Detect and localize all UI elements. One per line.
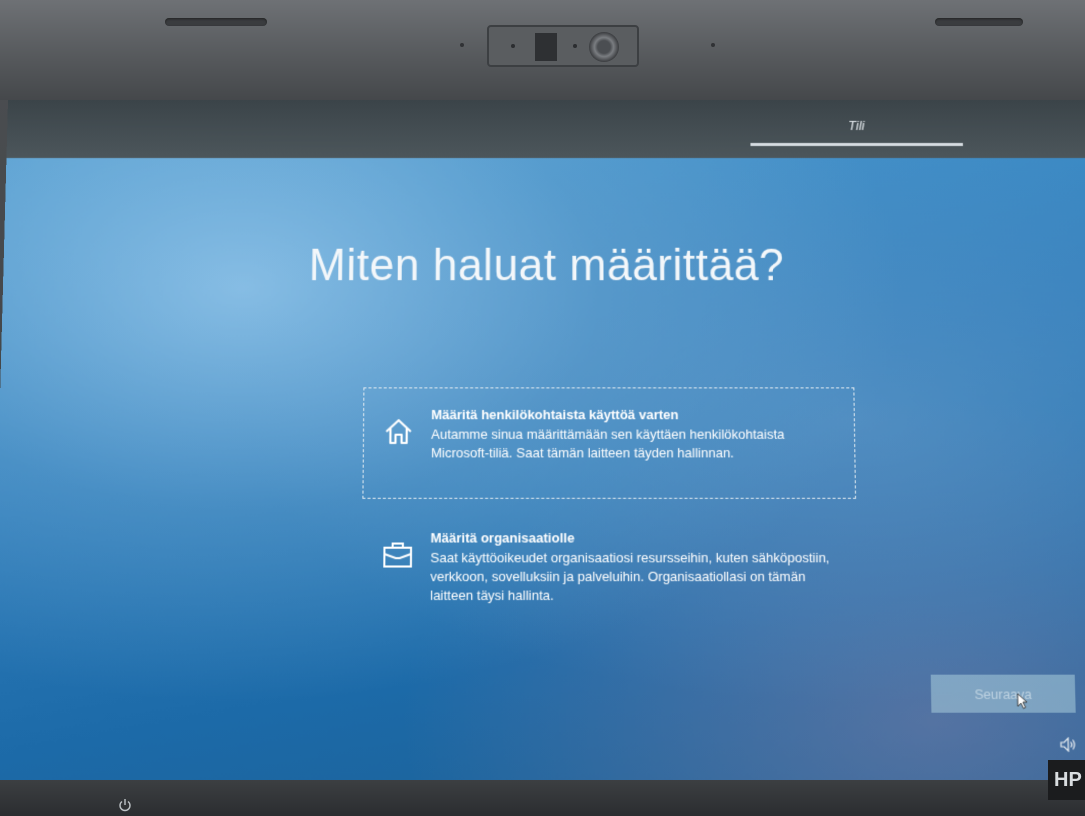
laptop-photo: Tili Miten haluat määrittää? Määritä hen… (0, 0, 1085, 816)
mouse-cursor-icon (1017, 693, 1032, 710)
speaker-grille-right (935, 18, 1023, 26)
brand-logo: HP (1048, 760, 1085, 800)
webcam-privacy-shutter (535, 33, 557, 61)
tab-account: Tili (750, 112, 963, 146)
laptop-top-bezel (0, 0, 1085, 100)
laptop-bottom-bezel (0, 780, 1085, 816)
sensor-dot (460, 43, 464, 47)
webcam-led (511, 44, 515, 48)
page-title: Miten haluat määrittää? (3, 241, 1085, 292)
webcam-lens (589, 32, 619, 62)
next-button[interactable]: Seuraava (931, 675, 1076, 713)
screen: Tili Miten haluat määrittää? Määritä hen… (0, 100, 1085, 816)
webcam-mic (573, 44, 577, 48)
webcam (487, 25, 639, 67)
sensor-dot (711, 43, 715, 47)
option-personal-use[interactable]: Määritä henkilökohtaista käyttöä varten … (362, 387, 856, 498)
power-icon[interactable] (118, 798, 132, 812)
speaker-grille-left (165, 18, 267, 26)
volume-icon[interactable] (1060, 737, 1077, 752)
setup-content: Miten haluat määrittää? Määritä henkilök… (0, 158, 1085, 816)
option-organisation[interactable]: Määritä organisaatiolle Saat käyttöoikeu… (361, 510, 858, 623)
home-icon (382, 415, 415, 448)
option-organisation-description: Saat käyttöoikeudet organisaatiosi resur… (430, 549, 848, 605)
option-personal-title: Määritä henkilökohtaista käyttöä varten (431, 407, 846, 422)
option-organisation-title: Määritä organisaatiolle (430, 530, 847, 546)
option-personal-description: Autamme sinua määrittämään sen käyttäen … (431, 425, 846, 462)
briefcase-icon (381, 538, 414, 571)
oobe-top-bar: Tili (6, 100, 1085, 158)
